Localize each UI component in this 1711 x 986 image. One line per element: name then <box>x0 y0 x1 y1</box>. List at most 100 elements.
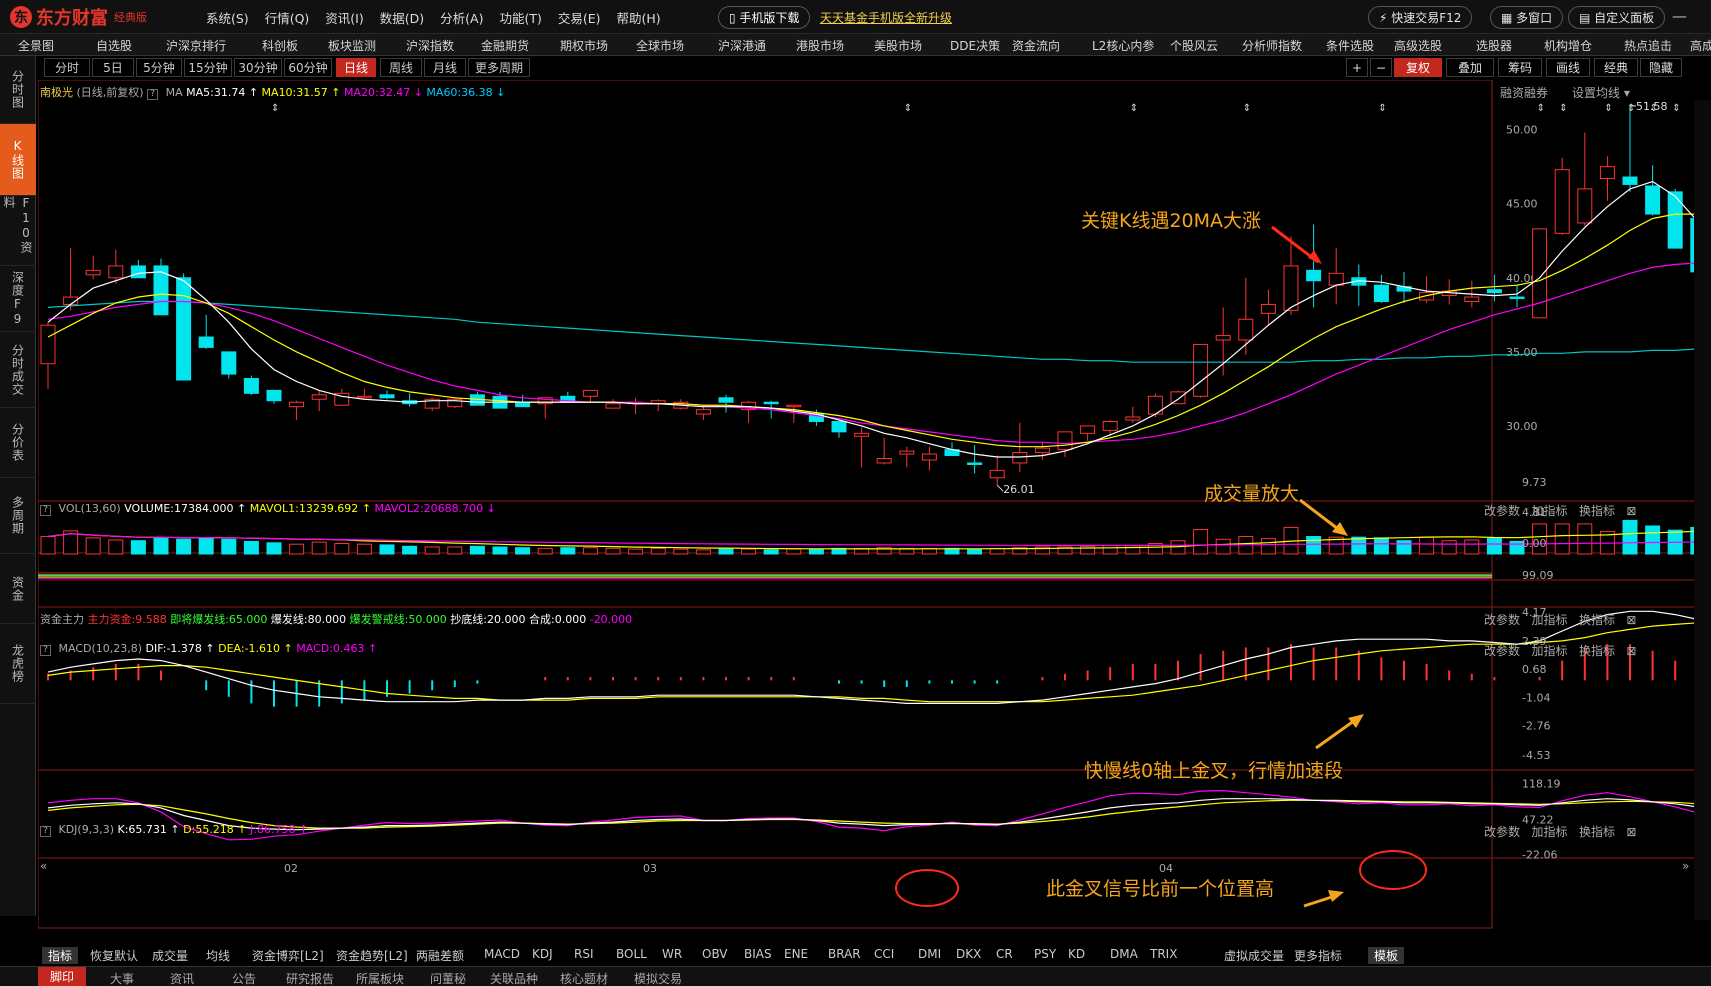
nav-item-17[interactable]: 条件选股 <box>1326 37 1374 54</box>
sidebar-item-5[interactable]: 分价表 <box>0 408 36 478</box>
period-5[interactable]: 60分钟 <box>284 58 332 77</box>
close-icon[interactable]: ⊠ <box>1626 825 1636 839</box>
menu-system[interactable]: 系统(S) <box>206 8 249 27</box>
toolbar-hide-button[interactable]: 隐藏 <box>1640 58 1682 77</box>
indicator-tab-11[interactable]: WR <box>662 947 682 961</box>
toolbar-overlay-button[interactable]: 叠加 <box>1446 58 1494 77</box>
period-7[interactable]: 周线 <box>380 58 422 77</box>
nav-item-20[interactable]: 机构增仓 <box>1544 37 1592 54</box>
macd-add-button[interactable]: 加指标 <box>1531 644 1567 658</box>
nav-item-1[interactable]: 自选股 <box>96 37 132 54</box>
indicator-tab-25[interactable]: 更多指标 <box>1294 947 1342 964</box>
kdj-add-button[interactable]: 加指标 <box>1531 825 1567 839</box>
multi-window-button[interactable]: ▦ 多窗口 <box>1490 6 1564 29</box>
bottom-tab-8[interactable]: 核心题材 <box>560 970 608 986</box>
nav-item-18[interactable]: 高级选股 <box>1394 37 1442 54</box>
indicator-tab-19[interactable]: CR <box>996 947 1013 961</box>
sidebar-item-3[interactable]: 深度F9 <box>0 266 36 332</box>
bottom-tab-1[interactable]: 大事 <box>110 970 134 986</box>
indicator-tab-3[interactable]: 均线 <box>206 947 230 964</box>
nav-item-6[interactable]: 金融期货 <box>481 37 529 54</box>
indicator-tab-6[interactable]: 两融差额 <box>416 947 464 964</box>
indicator-tab-0[interactable]: 指标 <box>42 947 79 964</box>
menu-analysis[interactable]: 分析(A) <box>440 8 483 27</box>
bottom-tab-0[interactable]: 脚印 <box>38 967 87 986</box>
bottom-tab-3[interactable]: 公告 <box>232 970 256 986</box>
margin-trading-link[interactable]: 融资融券 <box>1500 84 1548 101</box>
minimize-icon[interactable]: — <box>1672 7 1687 25</box>
sidebar-item-4[interactable]: 分时成交 <box>0 332 36 408</box>
bottom-tab-7[interactable]: 关联品种 <box>490 970 538 986</box>
menu-help[interactable]: 帮助(H) <box>617 8 661 27</box>
nav-item-0[interactable]: 全景图 <box>18 37 54 54</box>
sidebar-item-1[interactable]: K线图 <box>0 124 36 196</box>
sidebar-item-0[interactable]: 分时图 <box>0 56 36 124</box>
help-icon[interactable]: ? <box>147 89 159 100</box>
menu-function[interactable]: 功能(T) <box>499 8 541 27</box>
indicator-tab-26[interactable]: 模板 <box>1368 947 1405 964</box>
nav-item-8[interactable]: 全球市场 <box>636 37 684 54</box>
sidebar-item-8[interactable]: 龙虎榜 <box>0 624 36 704</box>
quick-trade-button[interactable]: ⚡ 快速交易F12 <box>1368 6 1473 29</box>
bottom-tab-6[interactable]: 问董秘 <box>430 970 466 986</box>
right-scroll-strip[interactable] <box>1694 100 1711 920</box>
bottom-tab-9[interactable]: 模拟交易 <box>634 970 682 986</box>
menu-data[interactable]: 数据(D) <box>380 8 424 27</box>
help-icon[interactable]: ? <box>40 645 51 656</box>
toolbar-adjust-button[interactable]: 复权 <box>1394 58 1442 77</box>
bottom-tab-5[interactable]: 所属板块 <box>356 970 404 986</box>
vol-swap-button[interactable]: 换指标 <box>1579 504 1615 518</box>
nav-item-7[interactable]: 期权市场 <box>560 37 608 54</box>
nav-item-5[interactable]: 沪深指数 <box>406 37 454 54</box>
period-9[interactable]: 更多周期 <box>468 58 530 77</box>
nav-item-10[interactable]: 港股市场 <box>796 37 844 54</box>
toolbar-classic-button[interactable]: 经典 <box>1594 58 1638 77</box>
toolbar-minus-button[interactable]: − <box>1370 58 1392 77</box>
macd-swap-button[interactable]: 换指标 <box>1579 644 1615 658</box>
menu-news[interactable]: 资讯(I) <box>325 8 363 27</box>
menu-trade[interactable]: 交易(E) <box>558 8 601 27</box>
period-4[interactable]: 30分钟 <box>234 58 282 77</box>
close-icon[interactable]: ⊠ <box>1626 504 1636 518</box>
vol-add-button[interactable]: 加指标 <box>1531 504 1567 518</box>
fund-swap-button[interactable]: 换指标 <box>1579 613 1615 627</box>
macd-param-button[interactable]: 改参数 <box>1484 644 1520 658</box>
close-icon[interactable]: ⊠ <box>1626 644 1636 658</box>
indicator-tab-15[interactable]: BRAR <box>828 947 861 961</box>
sidebar-item-6[interactable]: 多周期 <box>0 478 36 554</box>
indicator-tab-7[interactable]: MACD <box>484 947 520 961</box>
upgrade-link[interactable]: 天天基金手机版全新升级 <box>820 9 952 26</box>
toolbar-plus-button[interactable]: + <box>1346 58 1368 77</box>
indicator-tab-24[interactable]: 虚拟成交量 <box>1224 947 1284 964</box>
nav-item-13[interactable]: 资金流向 <box>1012 37 1060 54</box>
kdj-swap-button[interactable]: 换指标 <box>1579 825 1615 839</box>
indicator-tab-22[interactable]: DMA <box>1110 947 1138 961</box>
indicator-tab-8[interactable]: KDJ <box>532 947 553 961</box>
fund-param-button[interactable]: 改参数 <box>1484 613 1520 627</box>
toolbar-draw-button[interactable]: 画线 <box>1546 58 1590 77</box>
period-6[interactable]: 日线 <box>336 58 376 77</box>
toolbar-chips-button[interactable]: 筹码 <box>1498 58 1542 77</box>
period-3[interactable]: 15分钟 <box>184 58 232 77</box>
indicator-tab-1[interactable]: 恢复默认 <box>90 947 138 964</box>
nav-item-19[interactable]: 选股器 <box>1476 37 1512 54</box>
indicator-tab-12[interactable]: OBV <box>702 947 728 961</box>
app-logo[interactable]: 东 东方财富 经典版 <box>10 4 147 30</box>
custom-panel-button[interactable]: ▤ 自定义面板 <box>1568 6 1666 29</box>
sidebar-item-7[interactable]: 资金 <box>0 554 36 624</box>
indicator-tab-5[interactable]: 资金趋势[L2] <box>336 947 408 964</box>
indicator-tab-2[interactable]: 成交量 <box>152 947 188 964</box>
nav-item-12[interactable]: DDE决策 <box>950 37 1000 54</box>
indicator-tab-9[interactable]: RSI <box>574 947 594 961</box>
mobile-download-button[interactable]: ▯ 手机版下载 <box>718 6 811 29</box>
bottom-tab-4[interactable]: 研究报告 <box>286 970 334 986</box>
nav-item-11[interactable]: 美股市场 <box>874 37 922 54</box>
nav-item-16[interactable]: 分析师指数 <box>1242 37 1302 54</box>
indicator-tab-21[interactable]: KD <box>1068 947 1085 961</box>
nav-item-2[interactable]: 沪深京排行 <box>166 37 226 54</box>
period-8[interactable]: 月线 <box>424 58 466 77</box>
fund-add-button[interactable]: 加指标 <box>1531 613 1567 627</box>
nav-item-15[interactable]: 个股风云 <box>1170 37 1218 54</box>
bottom-tab-2[interactable]: 资讯 <box>170 970 194 986</box>
sidebar-item-2[interactable]: F10资料 <box>0 196 36 266</box>
